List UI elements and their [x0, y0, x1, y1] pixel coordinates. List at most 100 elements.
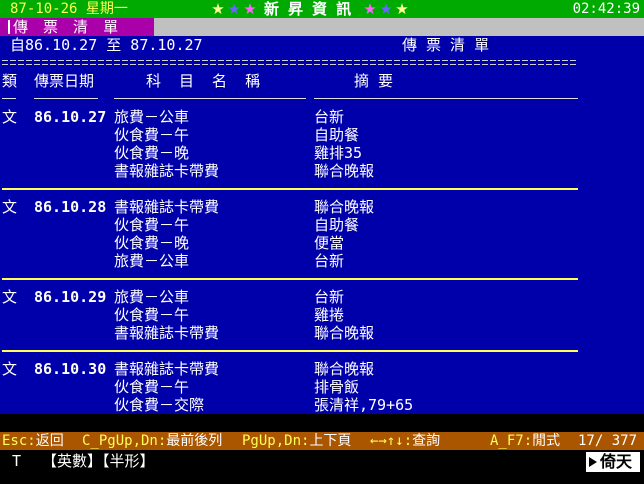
account-name: 伙食費－晚 — [114, 144, 190, 162]
key-hint-label: 上下頁 — [309, 433, 352, 449]
account-name: 伙食費－午 — [114, 306, 190, 324]
eten-logo: 倚天 — [586, 452, 640, 472]
key-hint-key: C_PgUp,Dn: — [82, 433, 167, 449]
entry-summary: 台新 — [314, 108, 345, 126]
voucher-entry-row[interactable]: 伙食費－午 排骨飯 — [0, 378, 580, 396]
column-underline-type — [2, 98, 16, 99]
voucher-date: 86.10.27 — [34, 108, 107, 126]
voucher-type: 文 — [2, 108, 18, 126]
account-name: 書報雜誌卡帶費 — [114, 324, 220, 342]
column-underline-account — [114, 98, 306, 99]
voucher-date: 86.10.28 — [34, 198, 107, 216]
star-icon: ★ — [227, 0, 241, 18]
input-method-indicator: T — [12, 452, 22, 470]
input-method-bar: T 【英數】【半形】 倚天 — [0, 450, 644, 484]
record-position: 17/ 377 — [578, 433, 638, 449]
voucher-entry-row[interactable]: 書報雜誌卡帶費 聯合晚報 — [0, 162, 580, 180]
report-date-range: 自86.10.27 至 87.10.27 — [10, 36, 203, 54]
account-name: 書報雜誌卡帶費 — [114, 198, 220, 216]
entry-summary: 台新 — [314, 288, 345, 306]
key-hint-label: 最前後列 — [166, 433, 223, 449]
key-hint-key: PgUp,Dn: — [242, 433, 310, 449]
voucher-entry-row[interactable]: 伙食費－晚 便當 — [0, 234, 580, 252]
voucher-entry-row[interactable]: 伙食費－午 自助餐 — [0, 126, 580, 144]
voucher-entry-row[interactable]: 伙食費－午 自助餐 — [0, 216, 580, 234]
key-hint: Esc:返回 — [2, 432, 64, 450]
account-name: 伙食費－晚 — [114, 234, 190, 252]
system-clock: 02:42:39 — [572, 1, 640, 17]
account-name: 旅費－公車 — [114, 108, 190, 126]
account-name: 旅費－公車 — [114, 252, 190, 270]
key-hint-key: Esc: — [2, 433, 36, 449]
voucher-entry-row[interactable]: 伙食費－午 雞捲 — [0, 306, 580, 324]
key-hint-bar: 17/ 377 Esc:返回 C_PgUp,Dn:最前後列 PgUp,Dn:上下頁 ←… — [0, 432, 644, 450]
entry-summary: 台新 — [314, 252, 345, 270]
spacer-bar — [0, 414, 644, 432]
double-rule-bottom — [2, 64, 578, 65]
voucher-entry-row[interactable]: 文 86.10.29 旅費－公車 台新 — [0, 288, 580, 306]
voucher-entry-row[interactable]: 伙食費－交際 張清祥,79+65 — [0, 396, 580, 414]
entry-summary: 排骨飯 — [314, 378, 360, 396]
account-name: 旅費－公車 — [114, 288, 190, 306]
system-date: 87-10-26 星期一 — [10, 1, 128, 17]
group-separator — [2, 188, 578, 190]
group-separator — [2, 350, 578, 352]
entry-summary: 聯合晚報 — [314, 198, 375, 216]
text-cursor — [8, 20, 10, 34]
entry-summary: 自助餐 — [314, 126, 360, 144]
group-separator — [2, 278, 578, 280]
eten-logo-arrow-icon — [589, 457, 597, 467]
key-hint: PgUp,Dn:上下頁 — [242, 432, 351, 450]
column-header-date: 傳票日期 — [34, 72, 95, 90]
mode-indicator-halfwidth: 【半形】 — [102, 452, 155, 470]
voucher-entry-row[interactable]: 旅費－公車 台新 — [0, 252, 580, 270]
key-hint-label: 閒式 — [532, 433, 561, 449]
title-tab-row: 傳 票 清 單 — [0, 18, 644, 36]
entry-summary: 自助餐 — [314, 216, 360, 234]
key-hint-label: 返回 — [35, 433, 64, 449]
top-status-bar: 87-10-26 星期一 新 昇 資 訊 02:42:39 ★ ★ ★ ★ ★ ★ — [0, 0, 644, 18]
report-title: 傳 票 清 單 — [402, 36, 490, 54]
voucher-entry-row[interactable]: 伙食費－晚 雞排35 — [0, 144, 580, 162]
key-hint: A_F7:閒式 — [490, 432, 560, 450]
double-rule-top — [2, 60, 578, 61]
column-underline-summary — [314, 98, 578, 99]
entry-summary: 聯合晚報 — [314, 360, 375, 378]
star-icon: ★ — [211, 0, 225, 18]
entry-summary: 便當 — [314, 234, 345, 252]
eten-logo-text: 倚天 — [600, 452, 633, 471]
input-mode-indicators: 【英數】【半形】 — [42, 452, 155, 470]
key-hint-label: 查詢 — [412, 433, 441, 449]
voucher-entry-row[interactable]: 書報雜誌卡帶費 聯合晚報 — [0, 324, 580, 342]
column-header-account: 科 目 名 稱 — [146, 72, 261, 90]
mode-indicator-alphanumeric: 【英數】 — [42, 452, 103, 470]
voucher-entry-row[interactable]: 文 86.10.27 旅費－公車 台新 — [0, 108, 580, 126]
voucher-date: 86.10.29 — [34, 288, 107, 306]
dos-screen: 87-10-26 星期一 新 昇 資 訊 02:42:39 ★ ★ ★ ★ ★ ★ 傳 票… — [0, 0, 644, 484]
star-icon: ★ — [363, 0, 377, 18]
entry-summary: 雞捲 — [314, 306, 345, 324]
entry-summary: 張清祥,79+65 — [314, 396, 414, 414]
key-hint-key: A_F7: — [490, 433, 533, 449]
star-icon: ★ — [395, 0, 409, 18]
column-header-type: 類 — [2, 72, 18, 90]
voucher-entry-row[interactable]: 文 86.10.28 書報雜誌卡帶費 聯合晚報 — [0, 198, 580, 216]
voucher-list: 文 86.10.27 旅費－公車 台新 伙食費－午 自助餐 伙食費－晚 雞排35 書報雜誌卡帶費… — [0, 108, 644, 414]
voucher-entry-row[interactable]: 文 86.10.30 書報雜誌卡帶費 聯合晚報 — [0, 360, 580, 378]
account-name: 伙食費－交際 — [114, 396, 205, 414]
key-hint-key: ←→↑↓: — [370, 433, 413, 449]
key-hint: C_PgUp,Dn:最前後列 — [82, 432, 222, 450]
account-name: 伙食費－午 — [114, 216, 190, 234]
voucher-type: 文 — [2, 198, 18, 216]
star-icon: ★ — [379, 0, 393, 18]
title-tab: 傳 票 清 單 — [0, 18, 154, 36]
star-icon: ★ — [243, 0, 257, 18]
column-header-summary: 摘 要 — [354, 72, 394, 90]
column-underline-date — [34, 98, 98, 99]
company-brand: 新 昇 資 訊 — [264, 0, 352, 18]
voucher-type: 文 — [2, 288, 18, 306]
account-name: 伙食費－午 — [114, 126, 190, 144]
entry-summary: 聯合晚報 — [314, 324, 375, 342]
entry-summary: 聯合晚報 — [314, 162, 375, 180]
key-hint: ←→↑↓:查詢 — [370, 432, 440, 450]
